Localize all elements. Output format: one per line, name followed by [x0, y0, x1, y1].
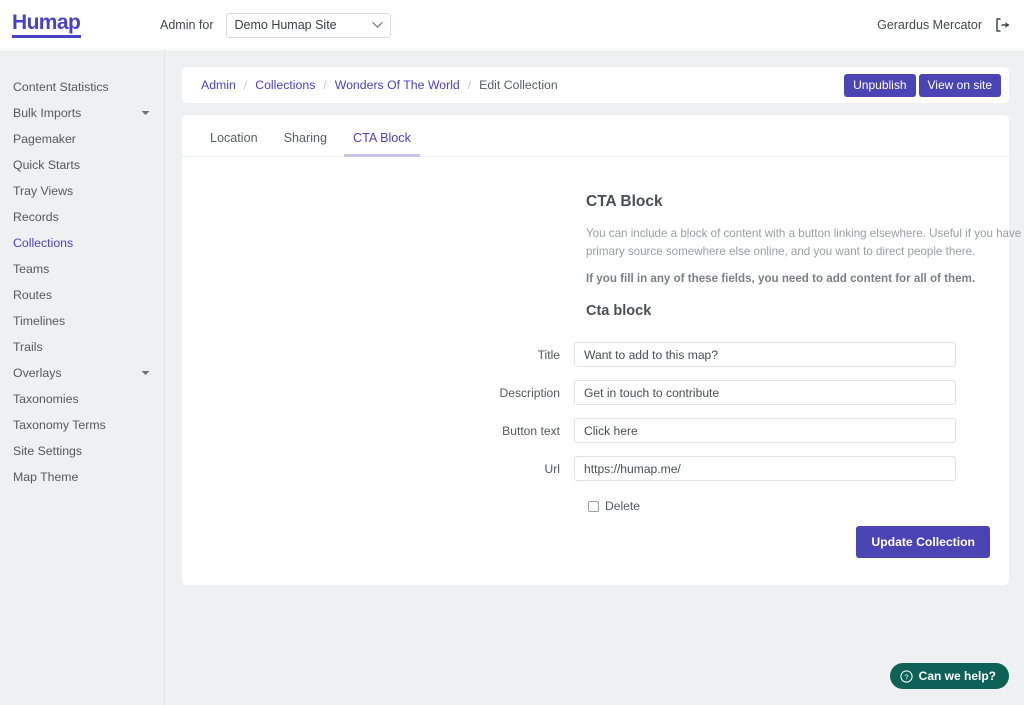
sidebar-item-label: Map Theme	[13, 470, 79, 484]
sidebar-item-taxonomies[interactable]: Taxonomies	[0, 386, 164, 412]
sidebar-item-label: Taxonomy Terms	[13, 418, 106, 432]
breadcrumb-item-admin[interactable]: Admin	[201, 78, 236, 92]
field-row-title: Title	[182, 342, 1009, 368]
content-area: Admin / Collections / Wonders Of The Wor…	[165, 50, 1024, 705]
field-row-button-text: Button text	[182, 418, 1009, 444]
sidebar-item-label: Content Statistics	[13, 80, 109, 94]
delete-checkbox-label: Delete	[605, 499, 640, 514]
delete-checkbox[interactable]	[588, 500, 599, 512]
admin-for-label: Admin for	[160, 18, 214, 32]
chevron-down-icon	[141, 370, 150, 376]
sidebar-item-tray-views[interactable]: Tray Views	[0, 178, 164, 204]
view-on-site-button[interactable]: View on site	[918, 73, 1001, 97]
top-bar-right: Gerardus Mercator	[877, 17, 1010, 33]
site-select-wrapper[interactable]: Demo Humap Site	[225, 12, 391, 38]
breadcrumb-separator: /	[323, 78, 327, 92]
help-chat-widget[interactable]: ? Can we help?	[889, 663, 1009, 689]
sidebar-item-label: Teams	[13, 262, 50, 276]
question-circle-icon: ?	[900, 669, 913, 683]
sidebar-item-bulk-imports[interactable]: Bulk Imports	[0, 100, 164, 126]
field-row-description: Description	[182, 380, 1009, 406]
sidebar-item-label: Site Settings	[13, 444, 83, 458]
url-label: Url	[544, 461, 560, 476]
button-text-input[interactable]	[574, 418, 956, 444]
sidebar-item-collections[interactable]: Collections	[0, 230, 164, 256]
url-input[interactable]	[574, 456, 956, 482]
sidebar-item-label: Collections	[13, 236, 74, 250]
update-collection-button[interactable]: Update Collection	[856, 526, 990, 558]
chevron-down-icon	[141, 110, 150, 116]
cta-block-warning: If you fill in any of these fields, you …	[586, 272, 976, 286]
field-row-url: Url	[182, 456, 1009, 482]
breadcrumb-item-edit-collection: Edit Collection	[479, 78, 558, 92]
sidebar-item-trails[interactable]: Trails	[0, 334, 164, 360]
tab-sharing[interactable]: Sharing	[275, 131, 336, 156]
svg-text:?: ?	[904, 672, 908, 681]
tab-bar: Location Sharing CTA Block	[182, 115, 1009, 157]
sidebar-item-records[interactable]: Records	[0, 204, 164, 230]
description-input[interactable]	[574, 380, 956, 406]
description-label: Description	[499, 385, 561, 400]
sidebar-item-map-theme[interactable]: Map Theme	[0, 464, 164, 490]
sidebar-item-quick-starts[interactable]: Quick Starts	[0, 152, 164, 178]
sidebar-item-label: Overlays	[13, 366, 62, 380]
sidebar-item-site-settings[interactable]: Site Settings	[0, 438, 164, 464]
sidebar-item-label: Routes	[13, 288, 52, 302]
sidebar-item-label: Timelines	[13, 314, 66, 328]
breadcrumb-separator: /	[467, 78, 472, 92]
cta-block-sub-heading: Cta block	[586, 303, 652, 320]
breadcrumb-item-collections[interactable]: Collections	[255, 78, 315, 92]
sidebar-item-label: Trails	[13, 340, 43, 354]
logo-text: Humap	[12, 12, 82, 38]
sidebar-item-label: Taxonomies	[13, 392, 79, 406]
sidebar-item-teams[interactable]: Teams	[0, 256, 164, 282]
sign-out-icon[interactable]	[994, 17, 1010, 33]
title-label: Title	[537, 347, 560, 362]
sidebar-item-content-statistics[interactable]: Content Statistics	[0, 74, 164, 100]
breadcrumb-bar: Admin / Collections / Wonders Of The Wor…	[182, 67, 1009, 103]
sidebar-item-label: Records	[13, 210, 59, 224]
submit-area: Update Collection	[856, 526, 990, 558]
sidebar-item-overlays[interactable]: Overlays	[0, 360, 164, 386]
site-select[interactable]: Demo Humap Site	[225, 12, 391, 38]
tab-location[interactable]: Location	[201, 131, 267, 156]
sidebar-item-label: Tray Views	[13, 184, 74, 198]
help-chat-label: Can we help?	[918, 669, 996, 683]
delete-checkbox-row: Delete	[588, 499, 1009, 513]
breadcrumb-separator: /	[243, 78, 248, 92]
cta-block-heading: CTA Block	[586, 193, 663, 210]
breadcrumb-actions: Unpublish View on site	[844, 73, 1001, 97]
logo[interactable]: Humap	[12, 12, 160, 38]
button-text-label: Button text	[502, 423, 560, 438]
title-input[interactable]	[574, 342, 956, 368]
sidebar-item-label: Pagemaker	[13, 132, 76, 146]
user-name: Gerardus Mercator	[877, 18, 982, 32]
sidebar-item-label: Quick Starts	[13, 158, 80, 172]
unpublish-button[interactable]: Unpublish	[844, 73, 916, 97]
sidebar-item-label: Bulk Imports	[13, 106, 82, 120]
sidebar-item-routes[interactable]: Routes	[0, 282, 164, 308]
sidebar: Content Statistics Bulk Imports Pagemake…	[0, 50, 165, 705]
app-shell: Content Statistics Bulk Imports Pagemake…	[0, 50, 1024, 705]
breadcrumb-item-wonders-of-the-world[interactable]: Wonders Of The World	[335, 78, 460, 92]
tab-cta-block[interactable]: CTA Block	[344, 131, 420, 157]
cta-block-description: You can include a block of content with …	[586, 227, 1024, 258]
site-select-value: Demo Humap Site	[234, 18, 337, 32]
cta-block-form: CTA Block You can include a block of con…	[182, 157, 1024, 513]
edit-collection-card: Location Sharing CTA Block CTA Block You…	[182, 115, 1024, 585]
sidebar-item-pagemaker[interactable]: Pagemaker	[0, 126, 164, 152]
top-bar: Humap Admin for Demo Humap Site Gerardus…	[0, 0, 1024, 50]
sidebar-item-timelines[interactable]: Timelines	[0, 308, 164, 334]
sidebar-item-taxonomy-terms[interactable]: Taxonomy Terms	[0, 412, 164, 438]
